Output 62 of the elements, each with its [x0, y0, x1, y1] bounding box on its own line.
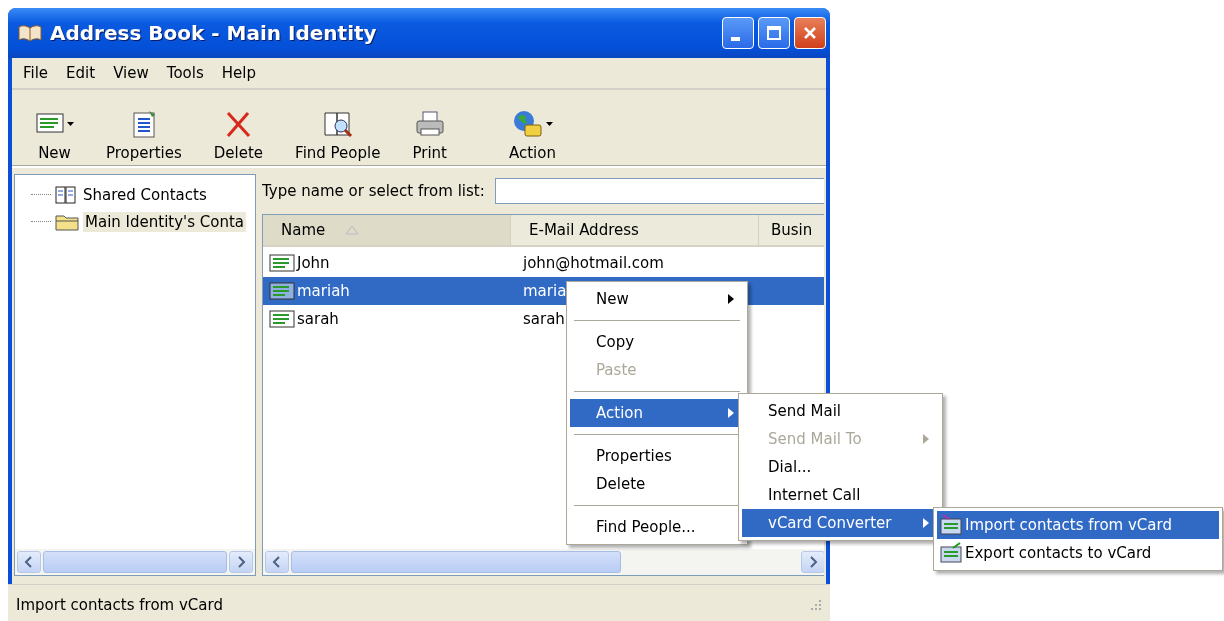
contact-card-icon — [269, 281, 295, 301]
column-header[interactable]: Name — [263, 215, 511, 245]
toolbar-button[interactable]: Action — [499, 108, 565, 162]
address-book-icon — [54, 184, 78, 205]
toolbar-button[interactable]: New — [26, 108, 83, 162]
toolbar-button[interactable]: Properties — [97, 108, 191, 162]
close-button[interactable] — [794, 17, 826, 49]
dropdown-arrow-icon — [545, 122, 553, 126]
submenu-arrow-icon — [728, 294, 734, 304]
contact-email: sarah — [523, 310, 565, 328]
book-search-icon — [321, 109, 354, 139]
menu-bar-item[interactable]: View — [104, 64, 158, 82]
tree-item[interactable]: Shared Contacts — [81, 184, 209, 205]
window-title: Address Book - Main Identity — [50, 21, 378, 45]
contact-card-icon — [269, 253, 295, 273]
dropdown-arrow-icon — [67, 122, 74, 126]
minimize-icon — [730, 37, 740, 41]
printer-icon — [413, 109, 446, 139]
submenu-arrow-icon — [923, 434, 929, 444]
tree-item[interactable]: Main Identity's Conta — [83, 211, 246, 232]
menu-bar-item[interactable]: Help — [212, 64, 265, 82]
menu-item[interactable]: Import contacts from vCard — [937, 511, 1219, 539]
contact-email: john@hotmail.com — [523, 254, 664, 272]
scroll-left-button[interactable] — [265, 551, 289, 573]
status-text: Import contacts from vCard — [16, 596, 223, 614]
maximize-icon — [766, 25, 782, 41]
minimize-button[interactable] — [722, 17, 754, 49]
search-field[interactable] — [494, 178, 824, 204]
menu-bar-item[interactable]: Tools — [157, 64, 213, 82]
menu-item[interactable]: Dial... — [742, 453, 939, 481]
search-label: Type name or select from list: — [262, 182, 485, 200]
globe-phone-icon — [511, 109, 544, 139]
contact-card-icon — [939, 542, 963, 564]
sort-arrow-icon — [345, 225, 360, 235]
toolbar-button[interactable]: Delete — [204, 108, 273, 162]
menu-bar-item[interactable]: Edit — [57, 64, 105, 82]
resize-grip-icon — [808, 598, 822, 612]
scroll-right-button[interactable] — [229, 551, 253, 573]
scroll-right-button[interactable] — [801, 551, 824, 573]
menu-item[interactable]: Internet Call — [742, 481, 939, 509]
column-header[interactable]: Busin — [759, 215, 824, 245]
scrollbar-thumb[interactable] — [291, 551, 622, 573]
menu-item[interactable]: Export contacts to vCard — [937, 539, 1219, 567]
contact-card-icon — [269, 309, 295, 329]
menu-bar-item[interactable]: File — [14, 64, 58, 82]
column-header[interactable]: E-Mail Address — [511, 215, 759, 245]
toolbar-button[interactable]: Print — [403, 108, 456, 162]
maximize-button[interactable] — [758, 17, 790, 49]
scrollbar-thumb[interactable] — [43, 551, 227, 573]
close-icon — [802, 25, 818, 41]
contact-card-icon — [939, 514, 963, 536]
book-icon — [18, 23, 42, 43]
scroll-left-button[interactable] — [17, 551, 41, 573]
contact-row[interactable]: John john@hotmail.com — [263, 249, 824, 277]
contact-email: maria — [523, 282, 567, 300]
toolbar-button[interactable]: Find People — [286, 108, 390, 162]
contact-name: mariah — [297, 282, 350, 300]
contact-name: John — [297, 254, 330, 272]
menu-item[interactable]: Send Mail — [742, 397, 939, 425]
submenu-arrow-icon — [923, 518, 929, 528]
submenu-arrow-icon — [728, 408, 734, 418]
contact-name: sarah — [297, 310, 339, 328]
